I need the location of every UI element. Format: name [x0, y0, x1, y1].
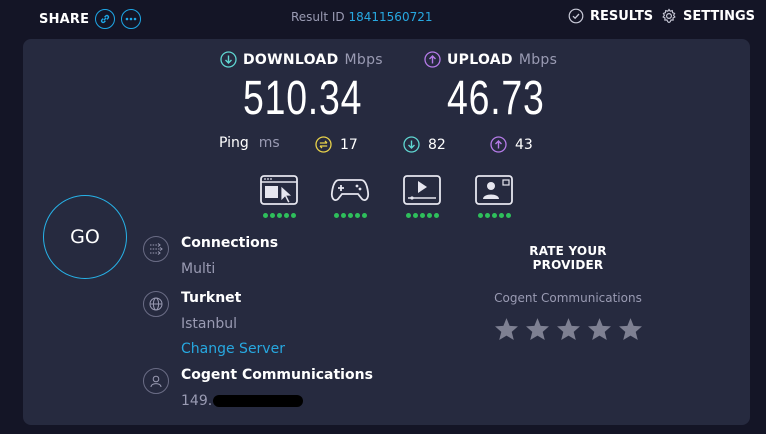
redaction-bar — [213, 395, 304, 407]
settings-button[interactable]: SETTINGS — [661, 8, 755, 24]
star-icon[interactable] — [525, 317, 550, 341]
results-card: DOWNLOAD Mbps 510.34 UPLOAD Mbps 46.73 P… — [23, 39, 750, 425]
connections-value: Multi — [181, 261, 216, 277]
ping-row: Ping ms — [219, 135, 280, 151]
video-call-rating[interactable] — [474, 175, 514, 218]
server-info: Turknet Istanbul Change Server — [143, 290, 285, 357]
server-location: Istanbul — [181, 316, 238, 332]
gaming-rating[interactable] — [330, 175, 370, 218]
gamepad-icon — [330, 179, 370, 202]
provider-name: Cogent Communications — [181, 367, 373, 383]
share-label: SHARE — [39, 11, 90, 27]
star-rating — [493, 317, 643, 341]
provider-info: Cogent Communications 149. — [143, 367, 373, 409]
gear-icon — [662, 8, 676, 24]
connections-info: Connections Multi — [143, 235, 278, 277]
streaming-rating[interactable] — [402, 175, 442, 218]
go-button[interactable]: GO — [43, 195, 127, 279]
link-icon[interactable] — [95, 9, 116, 29]
change-server-link[interactable]: Change Server — [181, 341, 285, 357]
idle-latency-icon — [315, 136, 332, 153]
go-label: GO — [70, 226, 100, 248]
rate-provider-panel: RATE YOUR PROVIDER Cogent Communications — [493, 244, 643, 341]
upload-header: UPLOAD Mbps — [424, 51, 557, 68]
ping-unit: ms — [258, 135, 280, 151]
rate-provider-name: Cogent Communications — [494, 291, 642, 305]
download-header: DOWNLOAD Mbps — [220, 51, 383, 68]
check-circle-icon — [568, 8, 584, 24]
connections-icon — [143, 236, 169, 262]
download-value: 510.34 — [243, 72, 363, 125]
rating-dots — [474, 213, 514, 218]
upload-arrow-icon — [424, 51, 441, 68]
star-icon[interactable] — [494, 317, 519, 341]
video-call-icon — [475, 175, 513, 205]
ping-upload[interactable]: 43 — [490, 136, 533, 153]
rating-dots — [402, 213, 442, 218]
ping-download[interactable]: 82 — [403, 136, 446, 153]
download-label: DOWNLOAD — [243, 51, 339, 68]
connections-title: Connections — [181, 235, 279, 251]
web-browsing-icon — [260, 175, 298, 205]
video-play-icon — [403, 175, 441, 205]
share-section: SHARE — [39, 9, 142, 29]
upload-value: 46.73 — [447, 72, 545, 125]
upload-unit: Mbps — [518, 51, 558, 68]
settings-label: SETTINGS — [683, 8, 756, 24]
rating-dots — [330, 213, 370, 218]
ping-idle[interactable]: 17 — [315, 136, 358, 153]
upload-latency-icon — [490, 136, 507, 153]
rate-provider-heading: RATE YOUR PROVIDER — [529, 244, 607, 272]
download-arrow-icon — [220, 51, 237, 68]
download-unit: Mbps — [344, 51, 383, 68]
star-icon[interactable] — [618, 317, 643, 341]
more-options-icon[interactable] — [121, 9, 142, 29]
ping-upload-value: 43 — [515, 136, 533, 153]
results-button[interactable]: RESULTS — [568, 8, 653, 24]
rating-dots — [259, 213, 299, 218]
result-id-label: Result ID — [291, 10, 345, 24]
star-icon[interactable] — [556, 317, 581, 341]
ping-download-value: 82 — [428, 136, 446, 153]
user-icon — [143, 368, 169, 394]
ping-label: Ping — [219, 135, 249, 151]
globe-icon — [143, 291, 169, 317]
result-id-value[interactable]: 18411560721 — [349, 10, 433, 24]
star-icon[interactable] — [587, 317, 612, 341]
results-label: RESULTS — [590, 8, 654, 24]
web-browsing-rating[interactable] — [259, 175, 299, 218]
upload-label: UPLOAD — [447, 51, 513, 68]
download-latency-icon — [403, 136, 420, 153]
ping-idle-value: 17 — [340, 136, 358, 153]
top-bar: SHARE Result ID 18411560721 RESULTS SETT… — [0, 0, 766, 36]
server-name: Turknet — [181, 290, 242, 306]
provider-ip: 149. — [181, 393, 373, 409]
result-id: Result ID 18411560721 — [291, 10, 432, 24]
